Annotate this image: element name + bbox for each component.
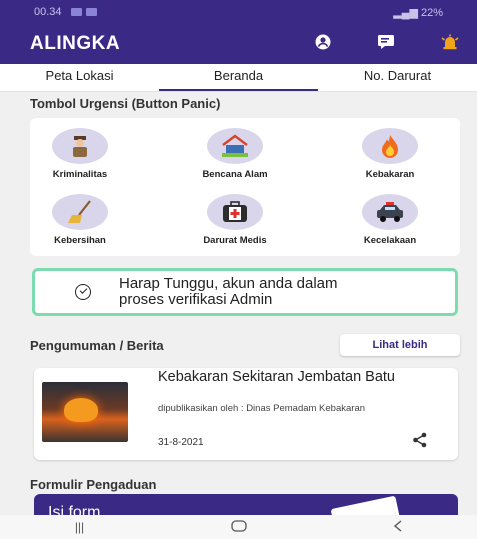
recent-apps-icon[interactable]: ||| [50,520,110,534]
broom-icon [52,194,108,230]
panic-label: Kriminalitas [52,169,108,180]
back-icon[interactable] [368,519,428,535]
disaster-house-icon [207,128,263,164]
tab-no-darurat[interactable]: No. Darurat [318,64,477,91]
form-section-title: Formulir Pengaduan [30,477,157,492]
fire-icon [362,128,418,164]
police-car-icon [362,194,418,230]
profile-icon[interactable] [315,34,331,55]
medical-kit-icon [207,194,263,230]
panic-label: Kebakaran [365,169,415,180]
panic-section-title: Tombol Urgensi (Button Panic) [30,96,221,111]
news-date: 31-8-2021 [158,437,204,448]
form-paper-icon [330,495,404,515]
tab-beranda[interactable]: Beranda [159,64,318,91]
news-card[interactable]: Kebakaran Sekitaran Jembatan Batu dipubl… [34,368,458,460]
share-icon[interactable] [412,432,428,453]
tab-peta-lokasi[interactable]: Peta Lokasi [0,64,159,91]
verification-notice: Harap Tunggu, akun anda dalam proses ver… [32,268,458,316]
panic-button-grid: Kriminalitas Bencana Alam Kebakaran Kebe… [30,118,460,256]
see-more-button[interactable]: Lihat lebih [340,334,460,356]
panic-darurat-medis-button[interactable]: Darurat Medis [175,194,295,246]
home-icon[interactable] [209,519,269,535]
chat-icon[interactable] [377,34,395,55]
panic-label: Kecelakaan [363,235,417,246]
verification-message: Harap Tunggu, akun anda dalam proses ver… [119,276,338,308]
check-circle-icon [75,284,91,300]
app-title: ALINGKA [30,33,121,54]
panic-label: Darurat Medis [203,235,267,246]
news-thumbnail [42,382,128,442]
panic-label: Kebersihan [54,235,106,246]
status-time: 00.34 [34,6,62,18]
home-content[interactable]: Tombol Urgensi (Button Panic) Kriminalit… [0,92,477,515]
panic-label: Bencana Alam [202,169,268,180]
verification-message-line1: Harap Tunggu, akun anda dalam [119,275,338,292]
app-bar-actions [315,34,459,55]
form-card-label: Isi form [48,504,101,515]
panic-kebakaran-button[interactable]: Kebakaran [330,128,450,180]
complaint-form-card[interactable]: Isi form [34,494,458,515]
system-nav-bar: ||| [0,515,477,539]
battery-level: 22% [420,6,443,19]
news-publisher: dipublikasikan oleh : Dinas Pemadam Keba… [158,403,366,414]
police-officer-icon [52,128,108,164]
panic-kebersihan-button[interactable]: Kebersihan [20,194,140,246]
signal-icon: ▂▄▆ [393,6,418,19]
app-bar: ALINGKA [0,24,477,64]
panic-kecelakaan-button[interactable]: Kecelakaan [330,194,450,246]
status-left: 00.34 [34,6,97,18]
panic-kriminalitas-button[interactable]: Kriminalitas [20,128,140,180]
tab-bar: Peta Lokasi Beranda No. Darurat [0,64,477,92]
alarm-icon[interactable] [441,34,459,55]
panic-bencana-alam-button[interactable]: Bencana Alam [175,128,295,180]
verification-message-line2: proses verifikasi Admin [119,291,273,308]
news-title: Kebakaran Sekitaran Jembatan Batu [158,369,395,385]
status-right: ▂▄▆ 22% [393,6,443,19]
news-section-title: Pengumuman / Berita [30,338,164,353]
notification-icons [70,8,97,17]
status-bar: 00.34 ▂▄▆ 22% [0,0,477,24]
